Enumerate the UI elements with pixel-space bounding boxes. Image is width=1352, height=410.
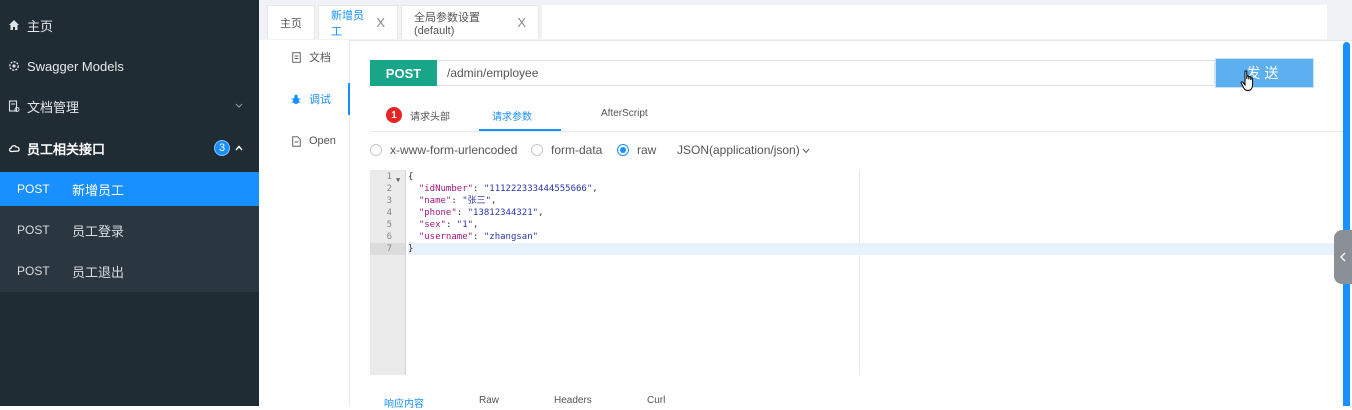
error-count-badge: 1 [386,107,402,123]
chevron-left-icon [1340,252,1346,262]
close-icon[interactable]: X [517,15,526,30]
api-name: 员工登录 [72,223,125,239]
sidebar-api-item[interactable]: POST 员工退出 [0,254,259,288]
radio-raw[interactable] [617,144,629,156]
doc-debug-nav: 文档 调试 Open [259,40,350,406]
sidebar-item-label: 员工相关接口 [27,141,106,157]
url-input[interactable] [437,60,1215,86]
nav-label: Open [309,135,336,147]
settings-icon [7,59,21,73]
tab-response-curl[interactable]: Curl [647,395,665,406]
count-badge: 3 [214,140,230,156]
http-method-badge: POST [370,60,437,86]
api-method: POST [17,264,50,278]
content-type-select[interactable]: JSON(application/json) [677,143,810,157]
tab-request-headers[interactable]: 请求头部 [410,108,450,123]
sidebar-item-swagger-models[interactable]: Swagger Models [0,46,259,86]
tab-home[interactable]: 主页 [267,5,315,39]
json-editor[interactable]: 1 ▼ 2 3 4 5 6 7 { "idNumber": "1112223334… [370,170,1345,375]
nav-debug[interactable]: 调试 [259,83,350,115]
line-number: 7 [370,243,405,255]
tab-label: 主页 [280,17,302,30]
sidebar-item-label: Swagger Models [27,58,124,74]
tab-request-params[interactable]: 请求参数 [492,108,532,123]
tab-bar: 主页 新增员工 X 全局参数设置(default) X [259,0,1352,41]
nav-label: 调试 [309,94,331,106]
scrollbar[interactable] [1343,42,1350,406]
tab-add-employee[interactable]: 新增员工 X [318,5,398,39]
content-type-value: JSON(application/json) [677,143,800,157]
sidebar-submenu: POST 新增员工 POST 员工登录 POST 员工退出 [0,172,259,292]
sidebar-item-label: 文档管理 [27,99,80,115]
nav-open[interactable]: Open [259,125,349,157]
chevron-down-icon [234,101,244,111]
hand-cursor-icon [1240,70,1254,92]
tab-global-params[interactable]: 全局参数设置(default) X [401,5,539,39]
doc-manage-icon [7,99,21,113]
sidebar: 主页 Swagger Models 文档管理 员工相关接口 3 POST 新增员… [0,0,259,406]
subtab-active-indicator [479,129,561,131]
bug-icon [291,93,301,105]
send-button[interactable]: 发送 [1216,59,1313,87]
tab-bar-filler [542,5,1327,39]
code-line: "username": "zhangsan" [418,232,539,242]
line-number: 2 [386,184,392,194]
sidebar-item-doc-manage[interactable]: 文档管理 [0,86,259,126]
code-line: "name": "张三", [418,196,497,206]
cloud-icon [7,141,21,155]
tab-afterscript[interactable]: AfterScript [601,108,648,119]
code-line: { [408,172,414,182]
home-icon [7,18,21,32]
document-icon [291,51,301,63]
tab-label: 全局参数设置(default) [414,11,480,37]
line-number: 6 [386,232,392,242]
line-number: 5 [386,220,392,230]
line-number: 4 [386,208,392,218]
api-method: POST [17,182,50,196]
api-name: 新增员工 [72,182,125,198]
code-line: "phone": "13812344321", [418,208,544,218]
chevron-down-icon [802,148,810,154]
nav-doc[interactable]: 文档 [259,41,349,73]
sidebar-api-item[interactable]: POST 员工登录 [0,213,259,247]
sidebar-group-employee-api[interactable]: 员工相关接口 3 [0,128,259,168]
radio-label: raw [637,143,657,157]
tab-response-content[interactable]: 响应内容 [384,395,424,410]
api-method: POST [17,223,50,237]
sidebar-api-item[interactable]: POST 新增员工 [0,172,259,206]
close-icon[interactable]: X [376,15,385,30]
radio-label: form-data [551,143,603,157]
tab-response-raw[interactable]: Raw [479,395,499,406]
nav-label: 文档 [309,52,331,64]
code-line: "idNumber": "111222333444555666", [418,184,598,194]
editor-gutter: 1 ▼ 2 3 4 5 6 7 [370,170,406,375]
line-number: 1 ▼ [386,172,401,184]
code-line: } [408,243,1345,255]
chevron-up-icon [234,143,244,153]
collapse-panel-handle[interactable] [1334,230,1352,284]
sidebar-item-home[interactable]: 主页 [0,5,259,45]
subtab-divider [370,131,1345,132]
file-icon [291,135,301,147]
line-number: 3 [386,196,392,206]
radio-urlencoded[interactable] [370,144,382,156]
tab-response-headers[interactable]: Headers [554,395,592,406]
tab-label: 新增员工 [331,9,364,38]
radio-form-data[interactable] [531,144,543,156]
radio-label: x-www-form-urlencoded [390,143,518,157]
sidebar-item-label: 主页 [27,18,54,34]
api-name: 员工退出 [72,264,125,280]
code-line: "sex": "1", [418,220,479,230]
